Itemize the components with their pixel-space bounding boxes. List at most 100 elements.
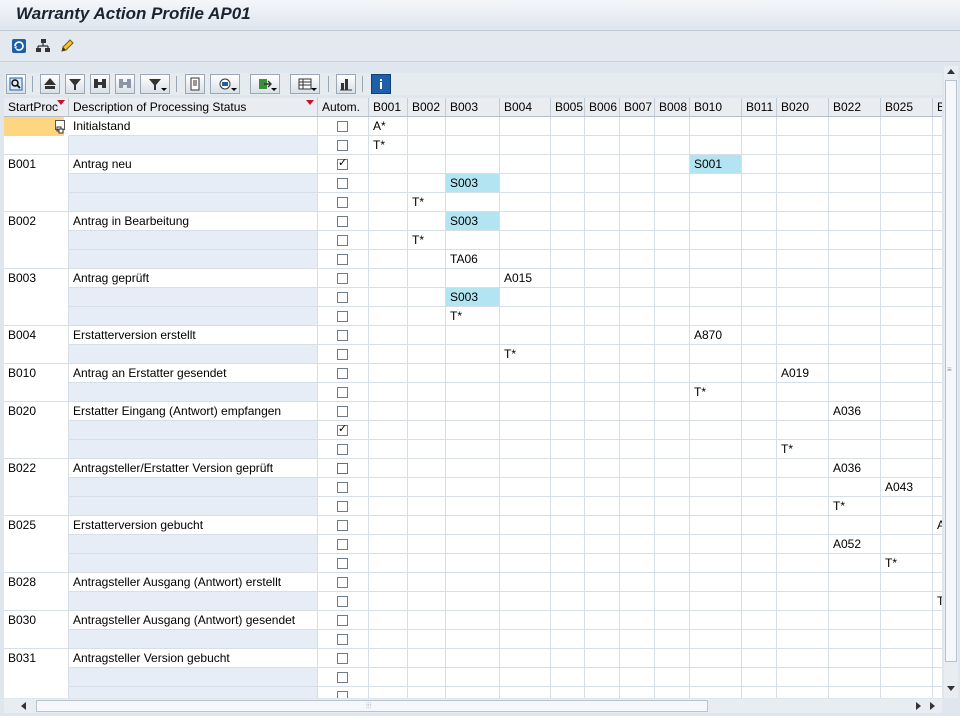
autom-checkbox[interactable] [337,349,348,360]
status-cell-b007[interactable] [620,421,655,440]
status-cell-b011[interactable] [742,630,777,649]
status-cell-b022[interactable] [829,117,881,136]
status-cell-b005[interactable] [551,345,585,364]
start-proc-cell[interactable] [4,231,69,250]
status-cell-b008[interactable] [655,383,690,402]
start-proc-cell[interactable]: B020 [4,402,69,421]
status-cell-b005[interactable] [551,554,585,573]
column-header-b010[interactable]: B010 [690,98,742,117]
status-cell-b007[interactable] [620,478,655,497]
status-cell-b004[interactable] [500,478,551,497]
status-cell-b003[interactable] [446,117,500,136]
status-cell-b[interactable] [933,364,942,383]
status-cell-b004[interactable] [500,288,551,307]
status-cell-b003[interactable] [446,554,500,573]
status-cell-b007[interactable] [620,687,655,698]
status-cell-b025[interactable] [881,421,933,440]
status-cell-b010[interactable] [690,478,742,497]
status-cell-b020[interactable] [777,136,829,155]
status-cell-b022[interactable] [829,421,881,440]
status-description-cell[interactable] [69,687,318,698]
status-cell-b007[interactable] [620,117,655,136]
status-cell-b002[interactable] [408,402,446,421]
status-cell-b010[interactable] [690,630,742,649]
status-cell-b025[interactable] [881,288,933,307]
status-cell-b004[interactable] [500,402,551,421]
status-cell-b003[interactable] [446,687,500,698]
status-cell-b[interactable] [933,231,942,250]
start-proc-cell[interactable] [4,687,69,698]
status-cell-b005[interactable] [551,421,585,440]
start-proc-cell[interactable]: B003 [4,269,69,288]
status-description-cell[interactable]: Antrag in Bearbeitung [69,212,318,231]
autom-checkbox[interactable] [337,691,348,698]
status-cell-b008[interactable] [655,687,690,698]
status-cell-b020[interactable] [777,174,829,193]
status-cell-b025[interactable] [881,459,933,478]
status-cell-b008[interactable] [655,421,690,440]
status-cell-b003[interactable] [446,611,500,630]
status-cell-b008[interactable] [655,250,690,269]
status-cell-b006[interactable] [585,440,620,459]
status-cell-b002[interactable] [408,345,446,364]
status-cell-b022[interactable]: T* [829,497,881,516]
status-cell-b010[interactable] [690,174,742,193]
status-description-cell[interactable]: Antrag an Erstatter gesendet [69,364,318,383]
status-cell-b001[interactable] [369,592,408,611]
status-cell-b004[interactable] [500,250,551,269]
object-hierarchy-icon[interactable] [34,37,52,55]
status-cell-b004[interactable] [500,687,551,698]
status-cell-b020[interactable] [777,250,829,269]
status-cell-b[interactable] [933,668,942,687]
status-cell-b006[interactable] [585,497,620,516]
status-cell-b002[interactable] [408,516,446,535]
column-header-b022[interactable]: B022 [829,98,881,117]
status-cell-b025[interactable] [881,174,933,193]
status-cell-b002[interactable] [408,649,446,668]
status-cell-b004[interactable] [500,117,551,136]
status-cell-b011[interactable] [742,573,777,592]
status-cell-b002[interactable] [408,174,446,193]
status-cell-b007[interactable] [620,345,655,364]
status-cell-b003[interactable]: S003 [446,212,500,231]
status-cell-b007[interactable] [620,269,655,288]
status-cell-b[interactable] [933,630,942,649]
autom-checkbox[interactable] [337,311,348,322]
status-cell-b006[interactable] [585,174,620,193]
status-cell-b008[interactable] [655,402,690,421]
status-cell-b005[interactable] [551,174,585,193]
status-cell-b005[interactable] [551,155,585,174]
status-cell-b002[interactable] [408,478,446,497]
autom-checkbox[interactable] [337,387,348,398]
status-cell-b008[interactable] [655,668,690,687]
status-cell-b007[interactable] [620,155,655,174]
status-cell-b001[interactable] [369,459,408,478]
status-cell-b011[interactable] [742,326,777,345]
start-proc-input-selected[interactable] [4,117,65,136]
status-description-cell[interactable] [69,231,318,250]
status-description-cell[interactable] [69,288,318,307]
status-cell-b[interactable] [933,174,942,193]
status-cell-b011[interactable] [742,288,777,307]
autom-checkbox[interactable] [337,444,348,455]
status-cell-b004[interactable] [500,307,551,326]
status-cell-b002[interactable] [408,440,446,459]
start-proc-cell[interactable]: B001 [4,155,69,174]
scroll-up-icon[interactable] [947,69,955,74]
status-cell-b007[interactable] [620,212,655,231]
status-cell-b003[interactable] [446,345,500,364]
status-cell-b007[interactable] [620,668,655,687]
status-cell-b008[interactable] [655,174,690,193]
status-cell-b002[interactable] [408,288,446,307]
status-cell-b022[interactable] [829,288,881,307]
status-cell-b025[interactable] [881,516,933,535]
status-cell-b002[interactable] [408,497,446,516]
status-cell-b003[interactable]: S003 [446,288,500,307]
status-cell-b025[interactable]: A043 [881,478,933,497]
status-cell-b020[interactable] [777,269,829,288]
status-cell-b002[interactable] [408,364,446,383]
status-cell-b025[interactable] [881,687,933,698]
status-cell-b022[interactable] [829,478,881,497]
status-cell-b022[interactable]: A036 [829,459,881,478]
status-cell-b008[interactable] [655,326,690,345]
